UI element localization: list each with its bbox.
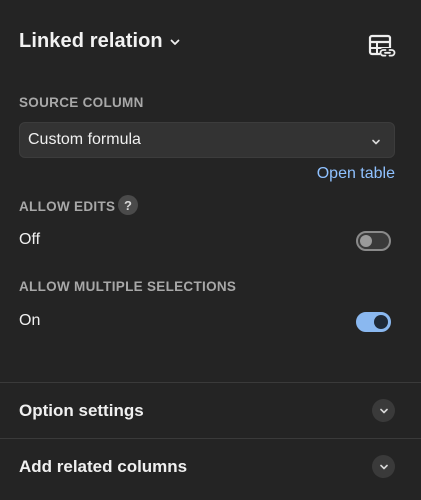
open-table-link[interactable]: Open table bbox=[317, 165, 395, 183]
chevron-down-icon bbox=[370, 135, 382, 147]
divider bbox=[0, 438, 421, 439]
panel-header[interactable]: Linked relation bbox=[19, 30, 181, 53]
allow-multiple-value: On bbox=[19, 312, 41, 329]
allow-edits-value: Off bbox=[19, 231, 41, 248]
divider bbox=[0, 382, 421, 383]
chevron-down-icon[interactable] bbox=[372, 455, 395, 478]
toggle-knob bbox=[374, 315, 388, 329]
column-settings-panel: Linked relation SOURCE COLUMN Custom for… bbox=[0, 0, 421, 500]
source-column-label: SOURCE COLUMN bbox=[19, 95, 144, 110]
toggle-knob bbox=[360, 235, 372, 247]
allow-multiple-toggle[interactable] bbox=[356, 312, 391, 332]
source-column-value: Custom formula bbox=[28, 131, 141, 148]
allow-multiple-label: ALLOW MULTIPLE SELECTIONS bbox=[19, 279, 237, 294]
linked-table-icon[interactable] bbox=[367, 33, 397, 61]
option-settings-title[interactable]: Option settings bbox=[19, 401, 144, 421]
page-title[interactable]: Linked relation bbox=[19, 30, 163, 53]
help-icon[interactable]: ? bbox=[118, 195, 138, 215]
allow-edits-label: ALLOW EDITS bbox=[19, 199, 116, 214]
allow-edits-toggle[interactable] bbox=[356, 231, 391, 251]
source-column-select[interactable]: Custom formula bbox=[19, 122, 395, 158]
chevron-down-icon[interactable] bbox=[372, 399, 395, 422]
add-related-columns-title[interactable]: Add related columns bbox=[19, 457, 187, 477]
chevron-down-icon[interactable] bbox=[169, 36, 181, 48]
